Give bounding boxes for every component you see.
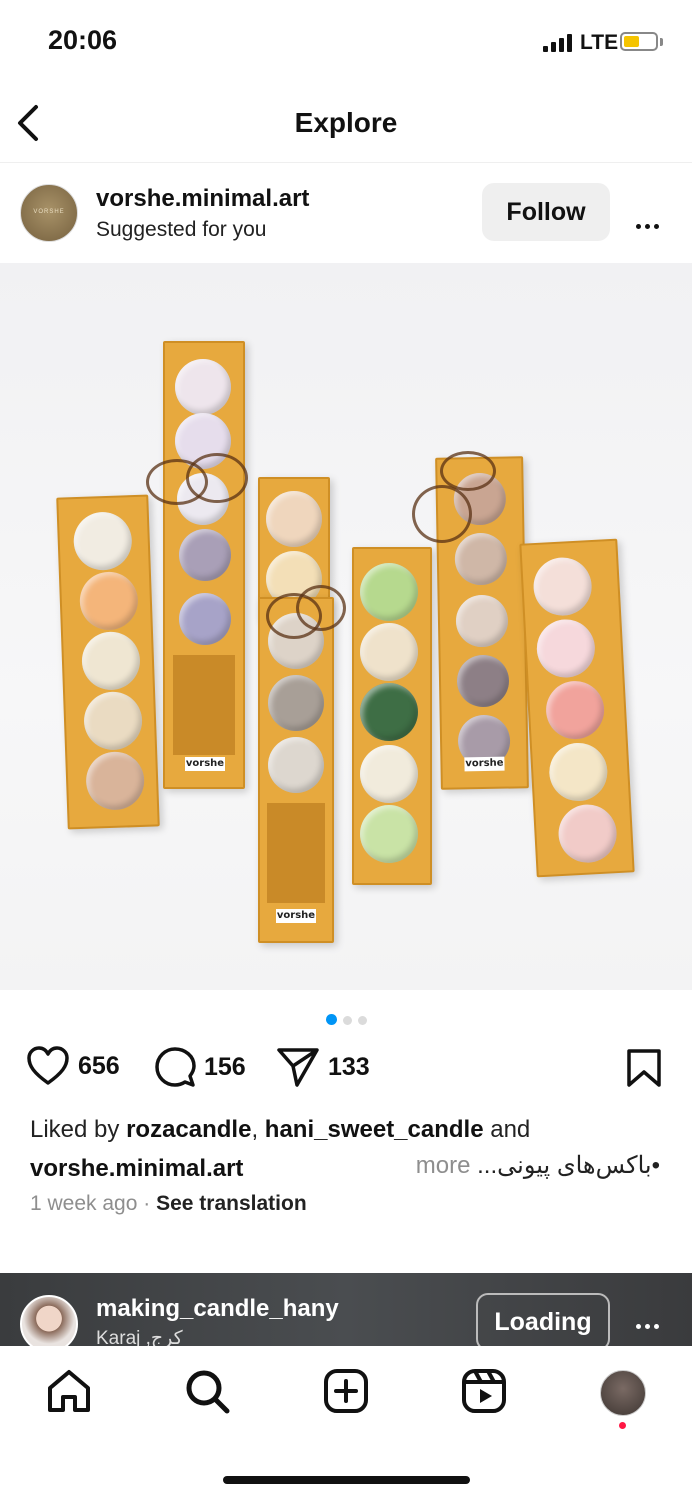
plus-square-icon[interactable]	[323, 1368, 369, 1414]
candle-box: vorshe	[163, 341, 245, 789]
next-post-header: making_candle_hany Karaj ,کرج Loading	[0, 1273, 692, 1348]
battery-icon	[620, 32, 658, 51]
share-action[interactable]: 133	[276, 1046, 370, 1088]
candle-box	[519, 538, 635, 878]
avatar-logo-text: VORSHE	[33, 209, 65, 215]
next-post-avatar[interactable]	[20, 1295, 78, 1348]
post-meta: 1 week ago · See translation	[30, 1192, 307, 1216]
heart-icon[interactable]	[26, 1046, 70, 1086]
see-translation-link[interactable]: See translation	[156, 1192, 307, 1215]
candle-box: vorshe	[258, 597, 334, 943]
home-indicator	[223, 1476, 470, 1484]
post-time: 1 week ago	[30, 1192, 138, 1215]
carousel-indicator	[0, 1012, 692, 1030]
share-count: 133	[328, 1052, 370, 1081]
box-label: vorshe	[464, 756, 505, 772]
signal-icon	[543, 34, 572, 52]
battery-tip	[660, 38, 663, 46]
comment-icon[interactable]	[154, 1046, 196, 1088]
candle-box	[352, 547, 432, 885]
status-bar: 20:06 LTE	[0, 0, 692, 85]
liked-by-suffix: and	[490, 1116, 531, 1143]
page-title: Explore	[294, 107, 398, 138]
liked-by-user[interactable]: rozacandle	[126, 1116, 251, 1143]
liked-by-separator: ,	[251, 1116, 259, 1143]
meta-separator: ·	[143, 1192, 151, 1215]
like-action[interactable]: 656	[26, 1046, 120, 1086]
post-image[interactable]: vorshe vorshe vorshe	[0, 263, 692, 990]
carousel-dot	[342, 1016, 352, 1025]
bookmark-icon[interactable]	[626, 1048, 662, 1088]
more-link[interactable]: more	[416, 1152, 471, 1179]
next-post-location[interactable]: Karaj ,کرج	[96, 1327, 183, 1348]
post-header: VORSHE vorshe.minimal.art Suggested for …	[0, 163, 692, 263]
home-icon[interactable]	[46, 1368, 92, 1414]
box-label: vorshe	[185, 757, 225, 771]
network-label: LTE	[580, 31, 619, 54]
more-options-icon[interactable]	[636, 1316, 663, 1334]
loading-button[interactable]: Loading	[476, 1293, 610, 1348]
carousel-dot-active	[325, 1014, 337, 1025]
caption-more[interactable]: more •باکس‌های پیونی...	[416, 1151, 660, 1180]
follow-button[interactable]: Follow	[482, 183, 610, 241]
like-count: 656	[78, 1051, 120, 1080]
search-icon[interactable]	[184, 1368, 230, 1414]
nav-bar: Explore	[0, 85, 692, 163]
carousel-dot	[357, 1016, 367, 1025]
comment-action[interactable]: 156	[154, 1046, 246, 1088]
caption-text: •باکس‌های پیونی...	[477, 1152, 660, 1179]
post-avatar[interactable]: VORSHE	[20, 184, 78, 242]
post-username[interactable]: vorshe.minimal.art	[96, 185, 309, 213]
liked-by-prefix: Liked by	[30, 1116, 120, 1143]
next-post-username[interactable]: making_candle_hany	[96, 1295, 339, 1323]
status-time: 20:06	[48, 25, 118, 55]
post-actions: 656 156 133	[0, 1040, 692, 1100]
more-options-icon[interactable]	[636, 208, 663, 236]
profile-avatar[interactable]	[600, 1370, 646, 1416]
send-icon[interactable]	[276, 1046, 320, 1088]
caption-username[interactable]: vorshe.minimal.art	[30, 1155, 243, 1182]
candle-box	[56, 494, 160, 830]
liked-by-user[interactable]: hani_sweet_candle	[265, 1116, 484, 1143]
comment-count: 156	[204, 1052, 246, 1081]
reels-icon[interactable]	[461, 1368, 507, 1414]
notification-dot	[619, 1422, 626, 1429]
box-label: vorshe	[276, 909, 316, 923]
suggested-label: Suggested for you	[96, 218, 267, 241]
